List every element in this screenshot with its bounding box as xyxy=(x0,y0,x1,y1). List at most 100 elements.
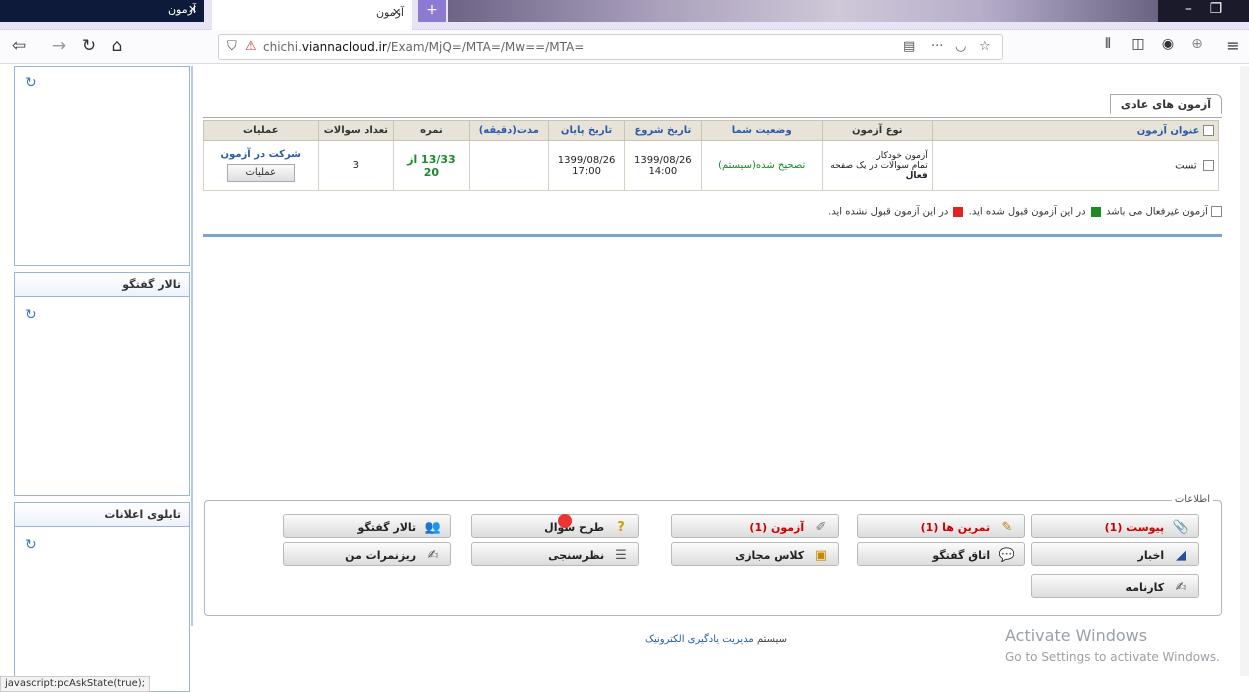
address-bar[interactable]: ⛉ ⚠ chichi.viannacloud.ir/Exam/MjQ=/MTA=… xyxy=(218,34,1003,60)
question-design-button[interactable]: ? طرح سوال xyxy=(471,514,639,538)
survey-button[interactable]: ☰ نظرسنجی xyxy=(471,542,639,566)
exam-button[interactable]: ✐ آزمون (1) xyxy=(671,514,839,538)
end-date: 1399/08/26 xyxy=(557,154,616,166)
grade: 13/33 از 20 xyxy=(393,140,470,191)
navigation-bar: ⇦ → ↻ ⌂ ⛉ ⚠ chichi.viannacloud.ir/Exam/M… xyxy=(0,30,1249,64)
column-header: عملیات xyxy=(203,120,319,141)
column-header[interactable]: وضعیت شما xyxy=(700,120,823,141)
insecure-lock-icon[interactable]: ⚠ xyxy=(245,39,257,54)
sidebar-toggle-icon[interactable]: ◫ xyxy=(1127,36,1149,52)
accepted-color-swatch xyxy=(1090,206,1101,217)
table-header-row: عنوان آزمون نوع آزمون وضعیت شما تاریخ شر… xyxy=(203,120,1220,141)
reader-view-icon[interactable]: ▤ xyxy=(903,39,915,54)
forward-icon[interactable]: → xyxy=(48,36,70,56)
column-header[interactable]: عنوان آزمون xyxy=(1137,125,1200,136)
library-icon[interactable]: ⫴ xyxy=(1097,36,1119,52)
classroom-board-icon: ▣ xyxy=(814,548,828,563)
sidebar-panel-title: تالار گفتگو xyxy=(15,273,189,297)
click-indicator xyxy=(558,514,572,528)
chat-icon: 💬 xyxy=(998,548,1016,563)
exam-type: آزمون خودکار xyxy=(876,150,928,161)
take-exam-link[interactable]: شرکت در آزمون xyxy=(208,149,314,160)
megaphone-icon: ◢ xyxy=(1176,548,1186,563)
restore-icon[interactable]: ❐ xyxy=(1210,1,1223,17)
refresh-icon[interactable]: ↻ xyxy=(25,307,37,323)
my-grades-button[interactable]: ✍ ریزنمرات من xyxy=(283,542,451,566)
status-bar: javascript:pcAskState(true); xyxy=(0,676,150,692)
refresh-icon[interactable]: ↻ xyxy=(25,75,37,91)
row-checkbox[interactable] xyxy=(1203,159,1214,171)
sidebar-panel-announcements: تابلوی اعلانات ↻ xyxy=(14,502,190,692)
column-header: نوع آزمون xyxy=(821,120,933,141)
section-divider xyxy=(203,117,1222,118)
inactive-legend-checkbox xyxy=(1211,206,1222,217)
extension-globe-icon[interactable]: ⊕ xyxy=(1186,36,1208,52)
back-icon[interactable]: ⇦ xyxy=(8,36,30,56)
section-tab[interactable]: آزمون های عادی xyxy=(1109,94,1222,114)
duration xyxy=(468,140,549,191)
browser-tab-strip: آزمون ✕ آزمون ✕ + – ❐ xyxy=(0,0,1249,30)
activate-windows-subtitle: Go to Settings to activate Windows. xyxy=(1005,650,1220,664)
survey-list-icon: ☰ xyxy=(615,548,627,563)
select-all-checkbox[interactable] xyxy=(1203,124,1214,136)
close-tab-icon[interactable]: ✕ xyxy=(188,3,197,16)
exams-table: عنوان آزمون نوع آزمون وضعیت شما تاریخ شر… xyxy=(203,120,1220,191)
column-header[interactable]: تاریخ پایان xyxy=(547,120,626,141)
window-controls[interactable]: – ❐ xyxy=(1158,0,1249,22)
pocket-icon[interactable]: ◡ xyxy=(955,39,966,54)
page-actions-icon[interactable]: ··· xyxy=(931,39,943,54)
sidebar-panel-title: تابلوی اعلانات xyxy=(15,503,189,527)
question-sheet-icon: ? xyxy=(617,520,625,535)
tab-active[interactable]: آزمون ✕ xyxy=(212,0,412,30)
info-panel: اطلاعات 📎 پیوست (1) ✎ تمرین ها (1) ✐ آزم… xyxy=(204,494,1222,616)
exam-status: تصحیح شده(سیستم) xyxy=(700,140,823,191)
column-header: نمره xyxy=(393,120,470,141)
sidebar-panel-top: ↻ xyxy=(14,66,190,266)
exam-pen-icon: ✐ xyxy=(815,520,827,535)
footer-prefix: سیستم xyxy=(756,634,787,645)
operations-button[interactable]: عملیات xyxy=(226,164,295,182)
home-icon[interactable]: ⌂ xyxy=(106,36,128,56)
legend-failed: در این آزمون قبول نشده اید. xyxy=(828,206,949,218)
virtual-class-button[interactable]: ▣ کلاس مجازی xyxy=(671,542,839,566)
failed-color-swatch xyxy=(953,206,964,217)
url-text[interactable]: chichi.viannacloud.ir/Exam/MjQ=/MTA=/Mw=… xyxy=(263,40,584,54)
column-header: تعداد سوالات xyxy=(317,120,395,141)
table-row: تست آزمون خودکار تمام سوالات در یک صفحه … xyxy=(203,140,1220,191)
pencil-icon: ✎ xyxy=(1001,520,1013,535)
bookmark-star-icon[interactable]: ☆ xyxy=(979,39,991,54)
activate-windows-title: Activate Windows xyxy=(1005,626,1148,645)
forum-button[interactable]: 👥 تالار گفتگو xyxy=(283,514,451,538)
horizontal-divider xyxy=(203,234,1222,237)
column-header[interactable]: مدت(دقیقه) xyxy=(468,120,549,141)
question-count: 3 xyxy=(317,140,395,191)
legend-accepted: در این آزمون قبول شده اید. xyxy=(968,206,1086,218)
chat-room-button[interactable]: 💬 اتاق گفتگو xyxy=(857,542,1025,566)
refresh-icon[interactable]: ↻ xyxy=(25,537,37,553)
new-tab-button[interactable]: + xyxy=(418,0,446,22)
close-tab-icon[interactable]: ✕ xyxy=(392,6,401,19)
info-panel-label: اطلاعات xyxy=(1171,494,1213,505)
attachment-button[interactable]: 📎 پیوست (1) xyxy=(1031,514,1199,538)
news-button[interactable]: ◢ اخبار xyxy=(1031,542,1199,566)
exercises-button[interactable]: ✎ تمرین ها (1) xyxy=(857,514,1025,538)
minimize-icon[interactable]: – xyxy=(1185,1,1192,17)
shield-icon[interactable]: ⛉ xyxy=(227,39,237,54)
exam-title: تست xyxy=(1175,160,1197,172)
start-date: 1399/08/26 xyxy=(634,154,692,166)
footer-link[interactable]: مدیریت یادگیری الکترونیک xyxy=(645,634,754,645)
account-icon[interactable]: ◉ xyxy=(1157,36,1179,52)
start-time: 14:00 xyxy=(648,165,678,177)
reload-icon[interactable]: ↻ xyxy=(78,36,100,56)
people-icon: 👥 xyxy=(424,520,442,535)
vertical-scrollbar[interactable] xyxy=(1240,66,1249,676)
legend-inactive: آزمون غیرفعال می باشد xyxy=(1105,206,1208,218)
exam-type-detail: تمام سوالات در یک صفحه xyxy=(830,160,928,171)
menu-icon[interactable]: ≡ xyxy=(1222,36,1244,55)
report-card-button[interactable]: ✍ کارنامه xyxy=(1031,574,1199,598)
legend: آزمون غیرفعال می باشد در این آزمون قبول … xyxy=(828,206,1222,218)
tab-inactive[interactable]: آزمون ✕ xyxy=(0,0,204,22)
column-header[interactable]: تاریخ شروع xyxy=(624,120,702,141)
background-photo xyxy=(448,0,1158,22)
exam-active-state: فعال xyxy=(905,170,928,181)
